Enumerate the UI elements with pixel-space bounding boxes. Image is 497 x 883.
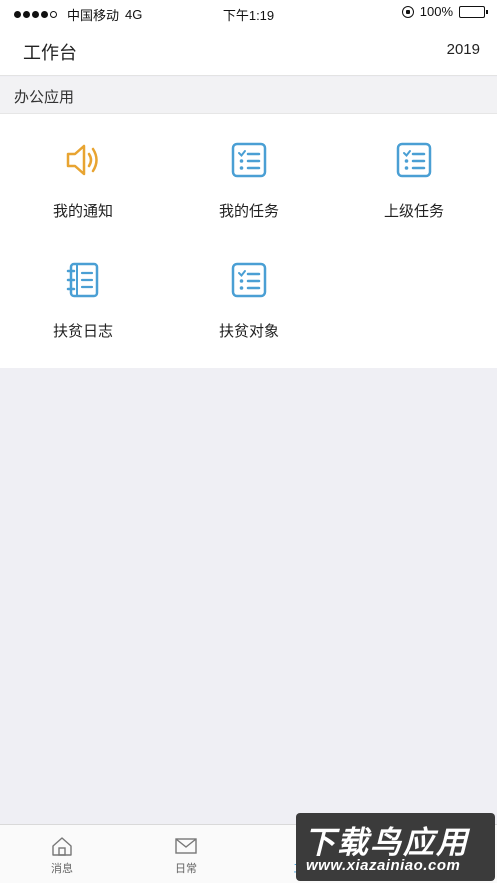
app-item-my-notices[interactable]: 我的通知 (0, 114, 166, 234)
app-label: 上级任务 (383, 203, 444, 220)
app-screen: 中国移动 4G 下午1:19 100% 工作台 2019 办公应用 我的通知 我… (0, 0, 497, 883)
watermark-url: www.xiazainiao.com (306, 857, 461, 874)
year-label[interactable]: 2019 (447, 41, 480, 58)
battery-icon (459, 5, 488, 18)
status-bar: 中国移动 4G 下午1:19 100% (0, 0, 497, 26)
page-title: 工作台 (23, 43, 77, 63)
status-right: 100% (401, 4, 488, 19)
app-label: 我的任务 (218, 203, 279, 220)
app-label: 扶贫对象 (218, 323, 279, 340)
battery-percent: 100% (419, 4, 453, 19)
tab-label: 消息 (51, 863, 73, 875)
nav-bar: 工作台 2019 (0, 26, 497, 76)
section-title: 办公应用 (14, 89, 75, 106)
section-header: 办公应用 (0, 77, 497, 114)
app-item-poverty-targets[interactable]: 扶贫对象 (166, 234, 332, 354)
tab-label: 日常 (175, 863, 197, 875)
speaker-icon (66, 144, 98, 176)
tab-messages[interactable]: 消息 (0, 825, 124, 883)
home-icon (52, 837, 72, 856)
checklist-icon (231, 142, 267, 178)
watermark-brand: 下载鸟应用 (304, 825, 469, 860)
mail-icon (175, 838, 197, 854)
app-item-superior-tasks[interactable]: 上级任务 (331, 114, 497, 234)
app-item-my-tasks[interactable]: 我的任务 (166, 114, 332, 234)
checklist-icon (396, 142, 432, 178)
watermark: 下载鸟应用 www.xiazainiao.com (296, 813, 495, 881)
rotation-lock-icon (401, 5, 414, 18)
checklist-icon (231, 262, 267, 298)
app-item-poverty-log[interactable]: 扶贫日志 (0, 234, 166, 354)
notebook-icon (66, 262, 99, 298)
app-label: 扶贫日志 (52, 323, 113, 340)
app-grid: 我的通知 我的任务 上级任务 扶贫日志 扶贫对象 (0, 114, 497, 368)
tab-daily[interactable]: 日常 (124, 825, 248, 883)
app-label: 我的通知 (52, 203, 113, 220)
